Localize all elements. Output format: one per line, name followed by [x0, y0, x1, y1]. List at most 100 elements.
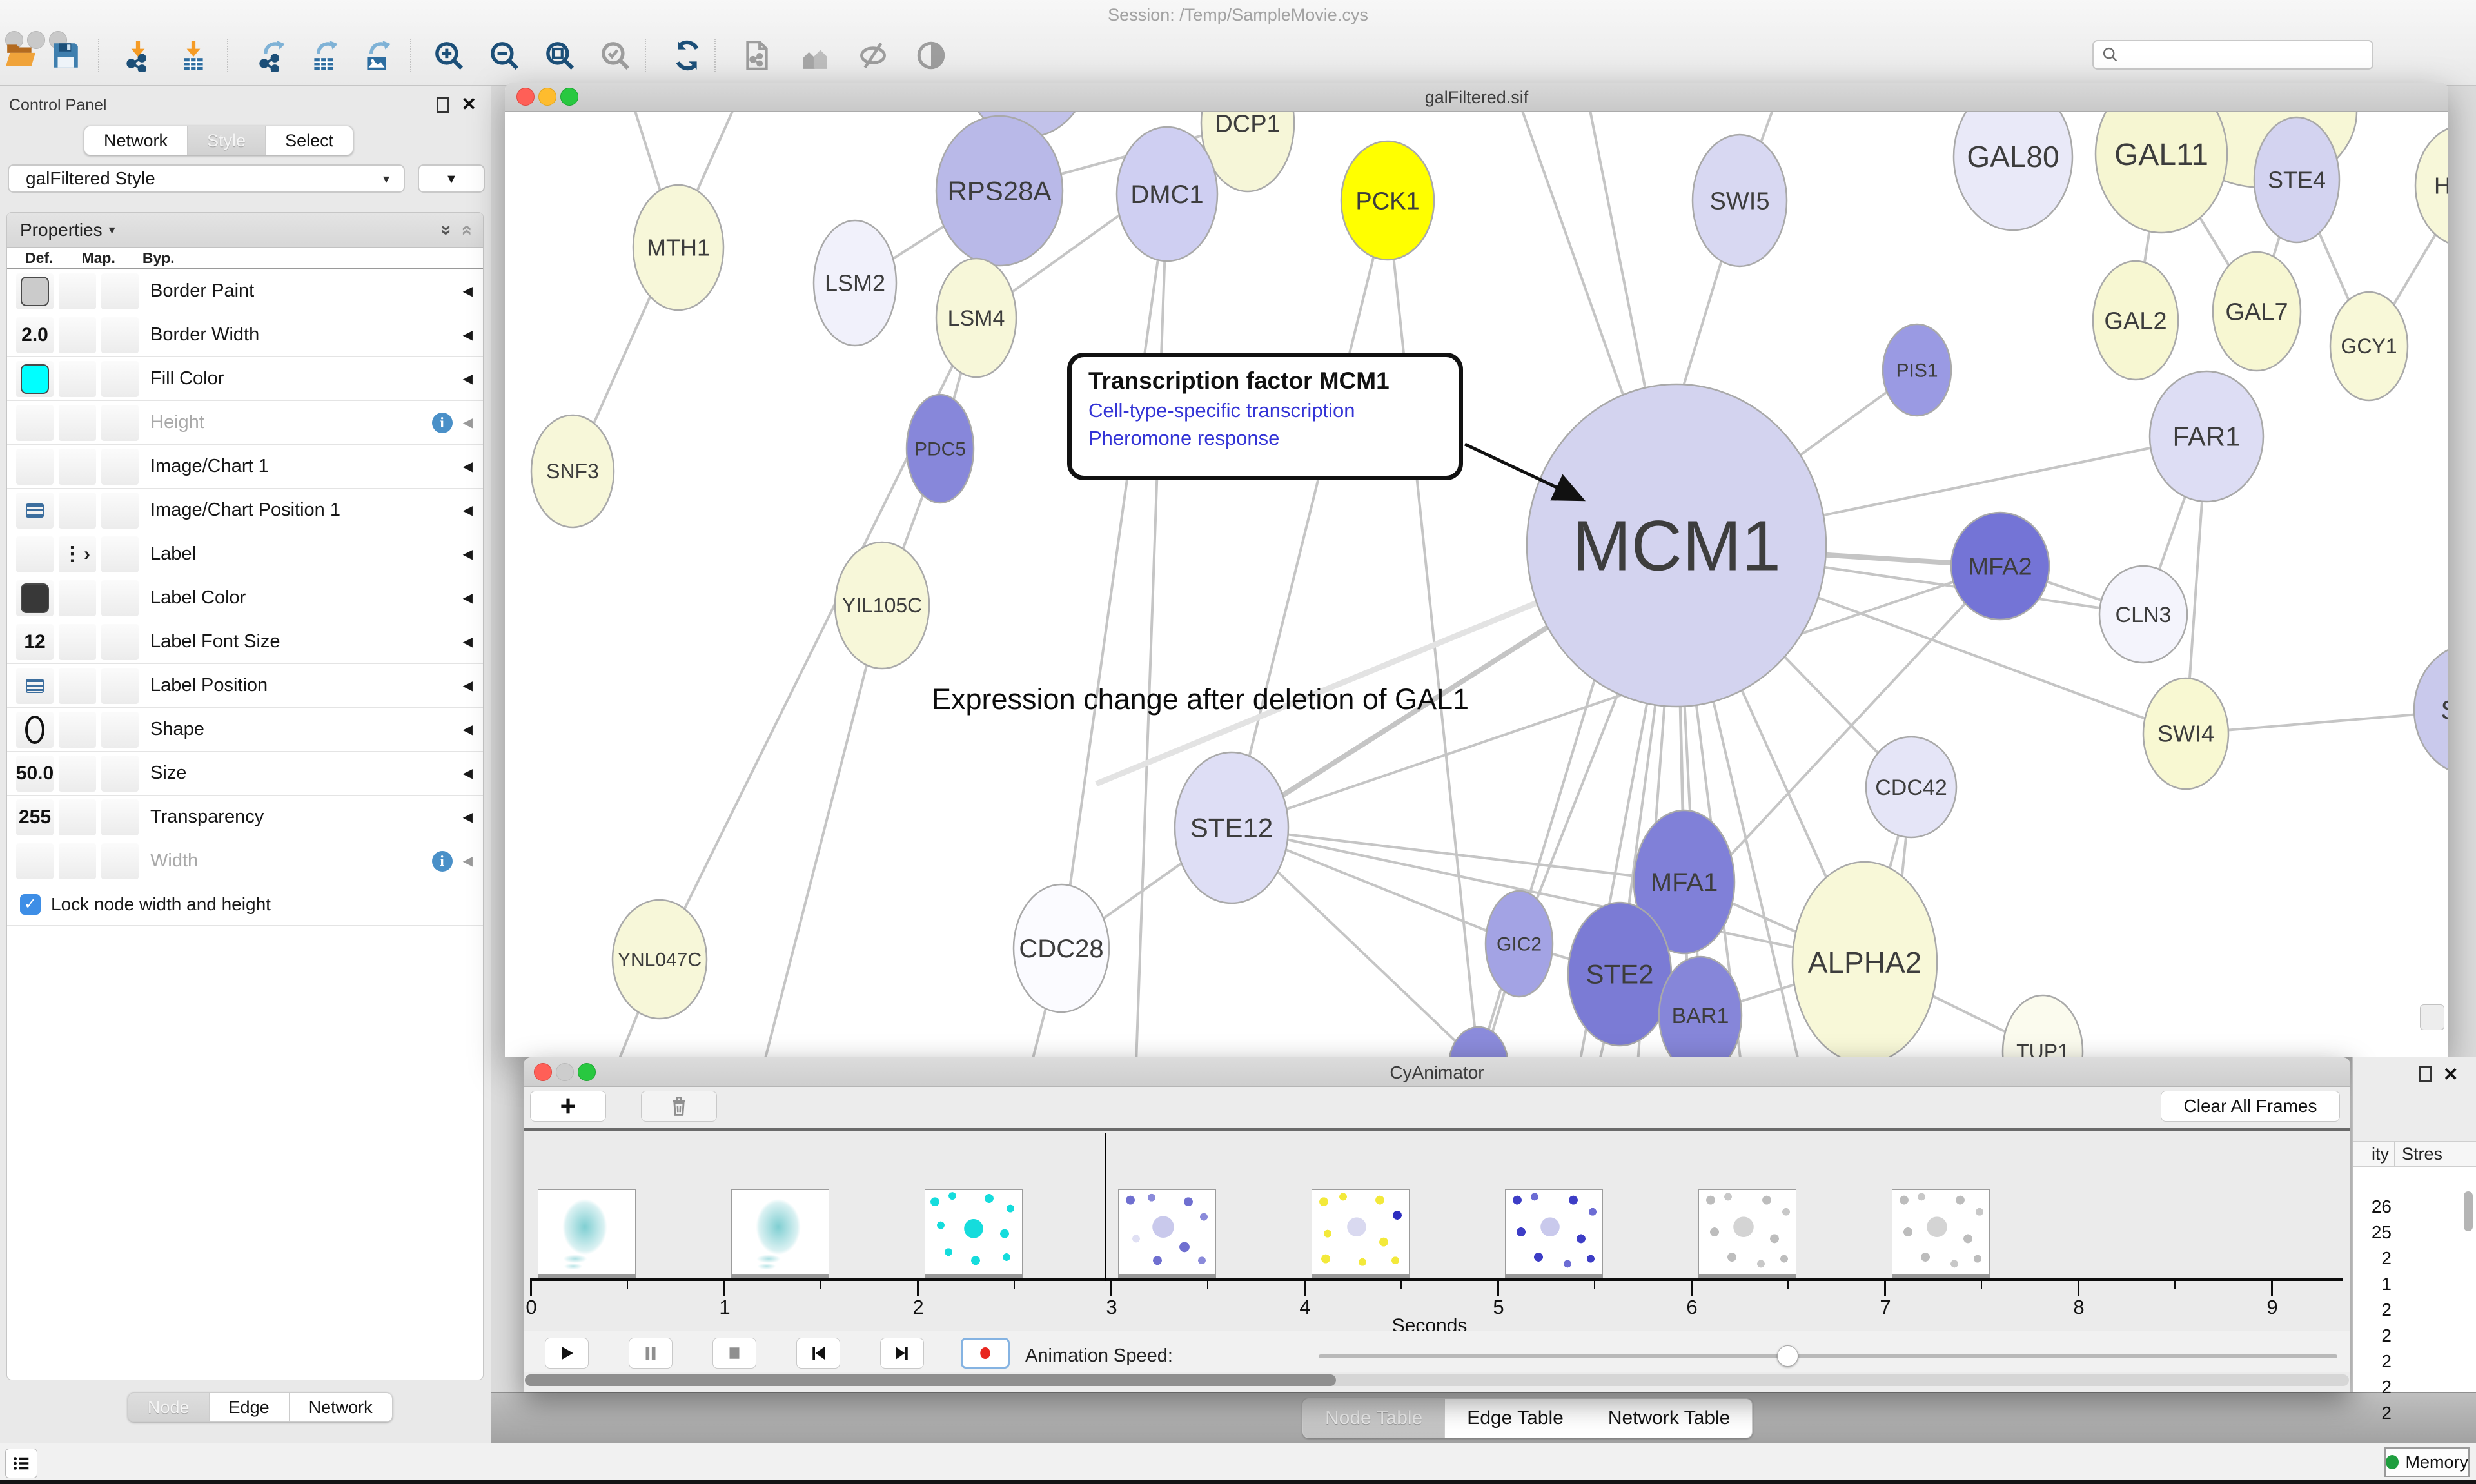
expand-row-arrow[interactable]: ◀	[463, 853, 473, 869]
def-cell[interactable]: 12	[16, 624, 54, 660]
map-cell[interactable]	[59, 317, 96, 353]
save-session-button[interactable]	[48, 37, 84, 73]
def-cell[interactable]: 2.0	[16, 317, 54, 353]
byp-cell[interactable]	[101, 799, 139, 835]
tab-network-table[interactable]: Network Table	[1586, 1398, 1753, 1438]
search-input[interactable]	[2125, 45, 2372, 65]
style-options-button[interactable]: ▼	[418, 164, 485, 193]
table-cell[interactable]: 26	[2353, 1194, 2392, 1220]
def-cell[interactable]	[16, 361, 54, 397]
table-vertical-scrollbar[interactable]	[2464, 1191, 2473, 1231]
float-panel-icon[interactable]	[2419, 1066, 2432, 1082]
table-cell[interactable]: 1	[2353, 1271, 2392, 1297]
expand-row-arrow[interactable]: ◀	[463, 590, 473, 606]
float-panel-icon[interactable]	[437, 97, 449, 113]
node-gal7[interactable]: GAL7	[2213, 252, 2301, 371]
skip-to-start-button[interactable]	[796, 1338, 840, 1369]
node-mfa2[interactable]: MFA2	[1951, 513, 2049, 620]
expand-row-arrow[interactable]: ◀	[463, 327, 473, 343]
def-cell[interactable]: 255	[16, 799, 54, 835]
play-button[interactable]	[545, 1338, 589, 1369]
export-table-button[interactable]	[306, 37, 342, 73]
node-slt2[interactable]: SLT2	[2414, 644, 2448, 776]
expand-row-arrow[interactable]: ◀	[463, 678, 473, 694]
def-cell[interactable]	[16, 449, 54, 485]
animation-timeline[interactable]: 0123456789 Seconds	[524, 1133, 2350, 1331]
export-network-button[interactable]	[253, 37, 289, 73]
node-cln3[interactable]: CLN3	[2099, 566, 2187, 663]
table-cell[interactable]: 2	[2353, 1374, 2392, 1400]
frame-thumbnail-3[interactable]	[1118, 1189, 1216, 1274]
map-cell[interactable]	[59, 405, 96, 441]
map-cell[interactable]	[59, 712, 96, 748]
node-swi4[interactable]: SWI4	[2143, 678, 2228, 789]
clear-all-frames-button[interactable]: Clear All Frames	[2161, 1091, 2340, 1122]
node-mth1[interactable]: MTH1	[633, 185, 723, 310]
info-icon[interactable]: i	[432, 851, 453, 872]
stop-button[interactable]	[712, 1338, 756, 1369]
properties-header[interactable]: Properties ▾ » »	[7, 213, 483, 248]
node-gal2[interactable]: GAL2	[2093, 261, 2178, 380]
def-cell[interactable]	[16, 273, 54, 309]
map-cell[interactable]	[59, 493, 96, 529]
scrollbar-thumb[interactable]	[525, 1374, 1336, 1386]
byp-cell[interactable]	[101, 317, 139, 353]
timeline-playhead[interactable]	[1105, 1133, 1106, 1281]
byp-cell[interactable]	[101, 405, 139, 441]
export-image-button[interactable]	[359, 37, 395, 73]
def-cell[interactable]	[16, 405, 54, 441]
node-unlabeled[interactable]	[1449, 1027, 1508, 1057]
timeline-horizontal-scrollbar[interactable]	[525, 1374, 2349, 1386]
cyanimator-titlebar[interactable]: CyAnimator	[524, 1057, 2350, 1087]
node-hap2[interactable]: HAP2	[2415, 125, 2448, 246]
node-gic2[interactable]: GIC2	[1486, 891, 1553, 997]
node-alpha2[interactable]: ALPHA2	[1793, 862, 1937, 1057]
node-ste2[interactable]: STE2	[1568, 903, 1671, 1046]
node-cdc28[interactable]: CDC28	[1014, 884, 1109, 1012]
frame-thumbnail-0[interactable]	[538, 1189, 636, 1274]
zoom-selected-button[interactable]	[597, 37, 633, 73]
add-frame-button[interactable]	[530, 1091, 606, 1122]
expand-row-arrow[interactable]: ◀	[463, 371, 473, 387]
lock-size-checkbox[interactable]: ✓	[20, 894, 41, 915]
refresh-view-button[interactable]	[669, 37, 705, 73]
skip-to-end-button[interactable]	[880, 1338, 924, 1369]
tab-node[interactable]: Node	[128, 1392, 210, 1422]
close-panel-icon[interactable]: ✕	[462, 93, 477, 115]
node-dmc1[interactable]: DMC1	[1117, 127, 1217, 261]
node-tup1[interactable]: TUP1	[2003, 995, 2083, 1057]
node-ste4[interactable]: STE4	[2254, 117, 2339, 242]
tab-network[interactable]: Network	[290, 1392, 393, 1422]
byp-cell[interactable]	[101, 624, 139, 660]
def-cell[interactable]	[16, 536, 54, 572]
node-gal80[interactable]: GAL80	[1954, 112, 2072, 230]
node-snf3[interactable]: SNF3	[531, 415, 614, 527]
def-cell[interactable]	[16, 580, 54, 616]
byp-cell[interactable]	[101, 756, 139, 792]
table-cell[interactable]: 2	[2353, 1400, 2392, 1426]
zoom-out-button[interactable]	[486, 37, 522, 73]
def-cell[interactable]	[16, 712, 54, 748]
expand-row-arrow[interactable]: ◀	[463, 415, 473, 431]
delete-frame-button[interactable]	[641, 1091, 717, 1122]
node-yil105c[interactable]: YIL105C	[835, 542, 929, 669]
import-network-button[interactable]	[120, 37, 156, 73]
node-far1[interactable]: FAR1	[2150, 371, 2263, 502]
search-field[interactable]	[2092, 40, 2373, 70]
expand-row-arrow[interactable]: ◀	[463, 721, 473, 737]
frame-thumbnail-7[interactable]	[1892, 1189, 1990, 1274]
node-lsm2[interactable]: LSM2	[814, 220, 896, 346]
annotation-link[interactable]: Pheromone response	[1088, 427, 1442, 450]
record-button[interactable]	[961, 1338, 1010, 1369]
expand-row-arrow[interactable]: ◀	[463, 458, 473, 474]
pause-button[interactable]	[629, 1338, 673, 1369]
column-header[interactable]: ity	[2353, 1144, 2389, 1164]
expand-row-arrow[interactable]: ◀	[463, 283, 473, 299]
expand-row-arrow[interactable]: ◀	[463, 634, 473, 650]
node-cdc42[interactable]: CDC42	[1866, 737, 1956, 837]
slider-thumb[interactable]	[1777, 1345, 1798, 1367]
zoom-in-button[interactable]	[431, 37, 467, 73]
byp-cell[interactable]	[101, 843, 139, 879]
byp-cell[interactable]	[101, 449, 139, 485]
contrast-button[interactable]	[913, 37, 949, 73]
